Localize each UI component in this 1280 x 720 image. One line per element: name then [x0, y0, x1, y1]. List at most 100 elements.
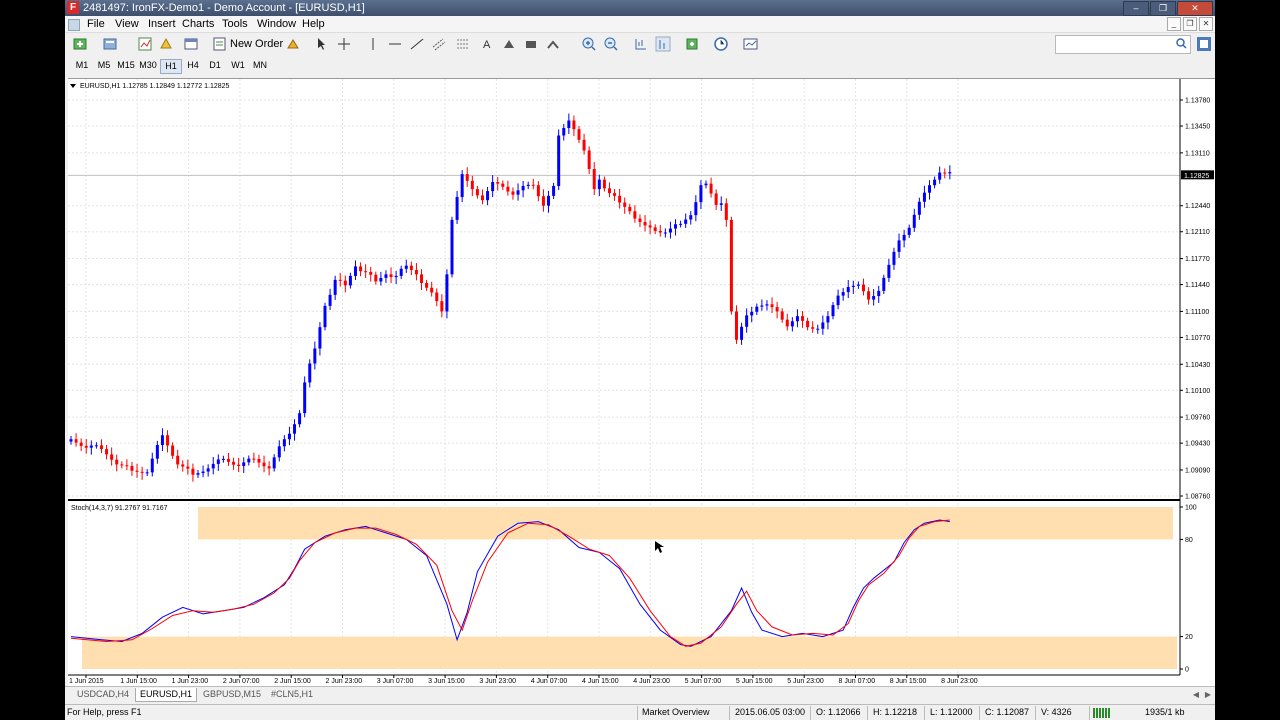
- new-chart-icon[interactable]: [73, 36, 89, 52]
- candle-body: [602, 179, 606, 189]
- menu-insert[interactable]: Insert: [148, 18, 176, 30]
- tab-scroll-right-icon[interactable]: ▶: [1205, 690, 1211, 699]
- candle-body: [196, 473, 200, 475]
- connection-status-icon[interactable]: [1093, 708, 1111, 718]
- new-order-button[interactable]: New Order: [213, 36, 283, 52]
- window-title: 2481497: IronFX-Demo1 - Demo Account - […: [83, 2, 365, 14]
- profiles-icon[interactable]: [103, 36, 119, 52]
- fibonacci-tool-icon[interactable]: [455, 36, 471, 52]
- indicators-icon[interactable]: [685, 36, 701, 52]
- child-restore-button[interactable]: ❐: [1183, 17, 1197, 31]
- expert-advisors-icon[interactable]: [285, 36, 301, 52]
- timeframe-m15[interactable]: M15: [116, 59, 136, 72]
- child-minimize-button[interactable]: _: [1167, 17, 1181, 31]
- candle: [770, 297, 774, 314]
- vertical-line-tool-icon[interactable]: [365, 36, 381, 52]
- candle-body: [755, 306, 759, 312]
- candle-body: [719, 203, 723, 205]
- child-close-button[interactable]: ✕: [1199, 17, 1213, 31]
- templates-icon[interactable]: [743, 36, 759, 52]
- timeframe-m1[interactable]: M1: [72, 59, 92, 72]
- timeframe-m30[interactable]: M30: [138, 59, 158, 72]
- candle: [623, 197, 627, 214]
- candle: [130, 461, 134, 476]
- menu-help[interactable]: Help: [302, 18, 325, 30]
- trendline-tool-icon[interactable]: [409, 36, 425, 52]
- tab-scroll-left-icon[interactable]: ◀: [1193, 690, 1199, 699]
- candle-body: [181, 464, 185, 467]
- candle: [247, 455, 251, 466]
- status-profile[interactable]: Market Overview: [642, 707, 710, 717]
- candle-body: [313, 348, 317, 364]
- candle: [902, 229, 906, 248]
- chart-window[interactable]: 1.13780 1.13450 1.13110 1.12440 1.12110 1.117…: [68, 78, 1215, 687]
- candle: [607, 182, 611, 198]
- candle-body: [521, 185, 525, 191]
- candle-body: [186, 466, 190, 469]
- horizontal-line-tool-icon[interactable]: [387, 36, 403, 52]
- crosshair-tool-icon[interactable]: [336, 36, 352, 52]
- candle-body: [308, 363, 312, 383]
- candle-body: [486, 191, 490, 201]
- community-icon[interactable]: [1196, 36, 1212, 52]
- market-watch-icon[interactable]: [137, 36, 153, 52]
- menu-window[interactable]: Window: [257, 18, 296, 30]
- menu-tools[interactable]: Tools: [222, 18, 248, 30]
- candle: [506, 180, 510, 196]
- periods-icon[interactable]: [713, 36, 729, 52]
- autoscroll-icon[interactable]: [655, 36, 671, 52]
- tab-usdcad[interactable]: USDCAD,H4: [73, 688, 133, 701]
- candle-body: [861, 284, 865, 292]
- timeframe-h1[interactable]: H1: [160, 59, 182, 74]
- terminal-icon[interactable]: [183, 36, 199, 52]
- tab-cln5[interactable]: #CLN5,H1: [267, 688, 317, 701]
- document-icon[interactable]: [68, 19, 80, 31]
- candle-body: [450, 219, 454, 275]
- candle-body: [933, 179, 937, 186]
- shapes-tool-icon[interactable]: [501, 36, 517, 52]
- candle-body: [323, 305, 327, 328]
- candle: [912, 208, 916, 232]
- candle-body: [907, 227, 911, 235]
- timeframe-h4[interactable]: H4: [183, 59, 203, 72]
- search-icon[interactable]: [1176, 38, 1187, 52]
- candle-body: [760, 305, 764, 307]
- candle-body: [216, 459, 220, 464]
- candle: [638, 214, 642, 228]
- candle-body: [765, 304, 769, 306]
- menu-file[interactable]: File: [87, 18, 105, 30]
- search-input[interactable]: [1055, 35, 1191, 54]
- text-tool-icon[interactable]: A: [479, 36, 495, 52]
- candle: [785, 313, 789, 331]
- minimize-button[interactable]: –: [1123, 1, 1149, 16]
- timeframe-mn[interactable]: MN: [250, 59, 270, 72]
- cursor-tool-icon[interactable]: [313, 36, 329, 52]
- label-tool-icon[interactable]: [523, 36, 539, 52]
- tab-gbpusd[interactable]: GBPUSD,M15: [199, 688, 265, 701]
- timeframe-w1[interactable]: W1: [228, 59, 248, 72]
- timeframe-d1[interactable]: D1: [205, 59, 225, 72]
- tab-eurusd[interactable]: EURUSD,H1: [135, 688, 198, 702]
- candle-body: [318, 327, 322, 349]
- zoom-in-icon[interactable]: [581, 36, 597, 52]
- timeframe-m5[interactable]: M5: [94, 59, 114, 72]
- status-close: C: 1.12087: [985, 707, 1030, 717]
- zoom-out-icon[interactable]: [603, 36, 619, 52]
- price-chart[interactable]: 1.13780 1.13450 1.13110 1.12440 1.12110 1.117…: [68, 79, 1215, 687]
- maximize-button[interactable]: ❐: [1150, 1, 1176, 16]
- candle-body: [541, 196, 545, 206]
- candle-body: [572, 120, 576, 130]
- close-button[interactable]: ✕: [1177, 1, 1213, 16]
- candle-body: [623, 202, 627, 207]
- menu-view[interactable]: View: [115, 18, 139, 30]
- menu-charts[interactable]: Charts: [182, 18, 214, 30]
- arrows-tool-icon[interactable]: [545, 36, 561, 52]
- candle: [191, 463, 195, 482]
- chart-shift-icon[interactable]: [633, 36, 649, 52]
- channel-tool-icon[interactable]: [431, 36, 447, 52]
- navigator-icon[interactable]: [159, 36, 175, 52]
- time-tick-label: 1 Jun 23:00: [172, 678, 209, 685]
- candle-body: [709, 183, 713, 194]
- candle-body: [648, 225, 652, 228]
- candle-body: [374, 274, 378, 282]
